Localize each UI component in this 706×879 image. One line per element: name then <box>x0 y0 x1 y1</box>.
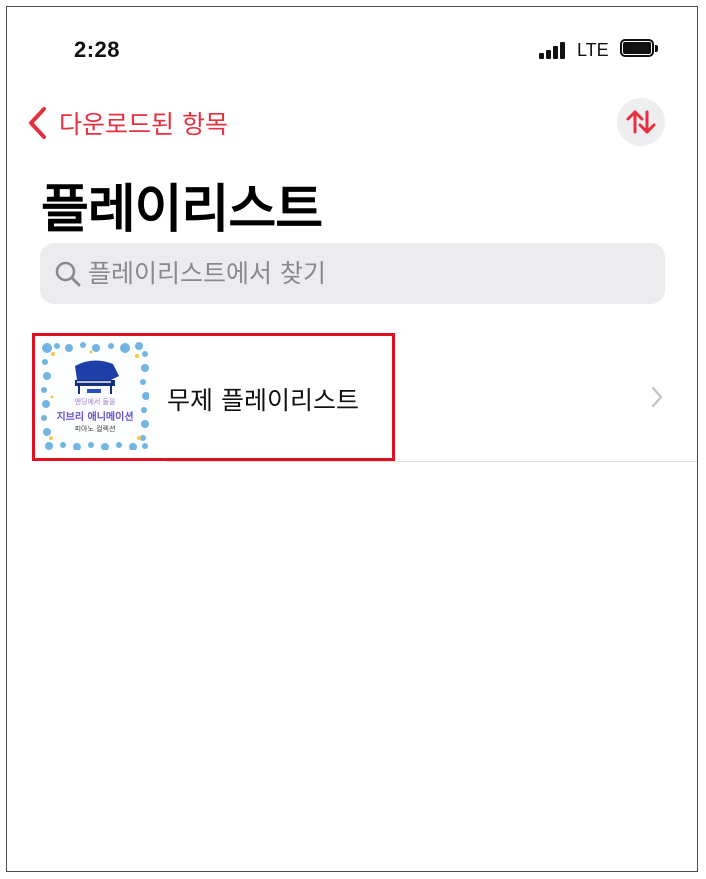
network-type: LTE <box>577 40 609 60</box>
search-input[interactable] <box>88 259 608 288</box>
chevron-right-icon <box>651 386 663 408</box>
battery-icon <box>620 39 660 59</box>
search-bar[interactable] <box>40 243 665 304</box>
row-divider <box>167 461 697 462</box>
sort-button[interactable] <box>617 98 665 146</box>
artwork-line1: 엔딩에서 들을 <box>74 398 116 406</box>
search-icon <box>55 261 81 286</box>
page-title: 플레이리스트 <box>41 180 323 240</box>
artwork-line3: 피아노 컬렉션 <box>74 425 116 433</box>
chevron-left-icon <box>29 107 46 139</box>
back-label: 다운로드된 항목 <box>59 110 228 139</box>
sort-arrows-icon <box>626 110 656 134</box>
back-button[interactable]: 다운로드된 항목 <box>27 103 228 143</box>
playlist-artwork: 엔딩에서 들을 지브리 애니메이션 피아노 컬렉션 <box>41 342 149 450</box>
status-time: 2:28 <box>74 37 121 62</box>
app-window: 2:28 LTE 다운로드된 항목 플레이리스트 플레이리스트에서 찾기 엔딩에… <box>6 6 698 872</box>
artwork-line2: 지브리 애니메이션 <box>56 412 134 423</box>
signal-strength-icon <box>539 41 569 59</box>
playlist-title: 무제 플레이리스트 <box>167 386 359 415</box>
